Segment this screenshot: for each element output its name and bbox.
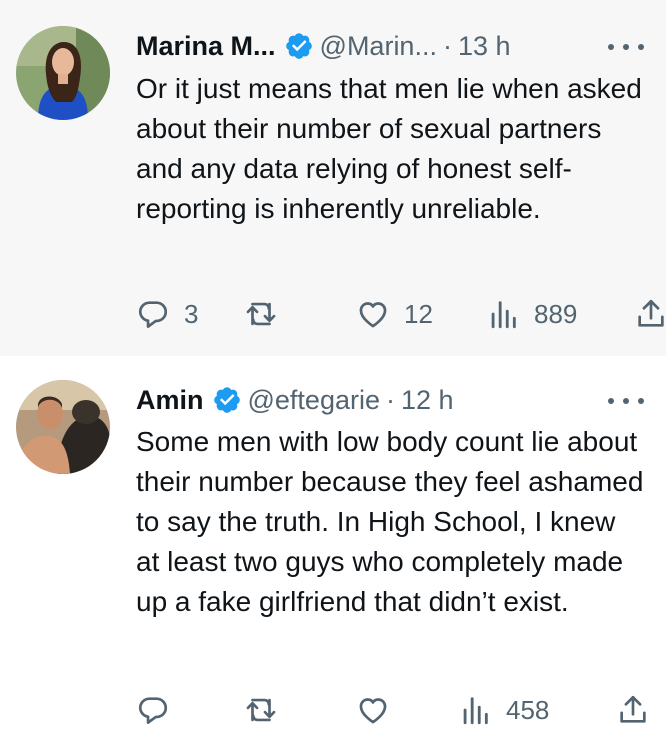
avatar-image [16, 26, 110, 120]
tweet-header: Amin @eftegarie · 12 h [136, 378, 454, 422]
author-name[interactable]: Marina M... [136, 31, 276, 62]
share-button[interactable] [616, 690, 650, 730]
more-icon[interactable] [608, 386, 644, 416]
tweet-text: Or it just means that men lie when asked… [136, 73, 642, 224]
reply-icon [136, 693, 170, 727]
share-icon [634, 297, 666, 331]
reply-button[interactable]: 3 [136, 294, 198, 334]
author-handle[interactable]: @Marin... [320, 31, 437, 62]
views-icon [486, 297, 520, 331]
author-handle[interactable]: @eftegarie [248, 385, 380, 416]
tweet-marina[interactable]: Marina M... @Marin... · 13 h Or it just … [0, 0, 666, 356]
like-icon [356, 693, 390, 727]
views-button[interactable]: 458 [458, 690, 549, 730]
reply-icon [136, 297, 170, 331]
share-button[interactable] [634, 294, 666, 334]
retweet-button[interactable] [244, 294, 292, 334]
avatar[interactable] [16, 26, 110, 120]
retweet-button[interactable] [244, 690, 292, 730]
action-bar: 458 [136, 690, 666, 730]
retweet-icon [244, 693, 278, 727]
tweet-header: Marina M... @Marin... · 13 h [136, 24, 511, 68]
action-bar: 3 12 889 [136, 294, 666, 334]
views-button[interactable]: 889 [486, 294, 577, 334]
verified-badge-icon [284, 31, 314, 61]
separator-dot: · [442, 30, 452, 61]
views-count: 458 [506, 694, 550, 725]
tweet-text: Some men with low body count lie about t… [136, 426, 644, 617]
more-icon[interactable] [608, 32, 644, 62]
tweet-amin[interactable]: Amin @eftegarie · 12 h Some men with low… [0, 356, 666, 738]
retweet-icon [244, 297, 278, 331]
avatar-image [16, 380, 110, 474]
verified-badge-icon [212, 385, 242, 415]
avatar[interactable] [16, 380, 110, 474]
like-icon [356, 297, 390, 331]
share-icon [616, 693, 650, 727]
timestamp[interactable]: 13 h [458, 31, 511, 62]
views-count: 889 [534, 298, 578, 329]
views-icon [458, 693, 492, 727]
like-count: 12 [404, 298, 433, 329]
reply-button[interactable] [136, 690, 184, 730]
like-button[interactable]: 12 [356, 294, 433, 334]
like-button[interactable] [356, 690, 404, 730]
author-name[interactable]: Amin [136, 385, 204, 416]
reply-count: 3 [184, 298, 199, 329]
timestamp[interactable]: 12 h [401, 385, 454, 416]
separator-dot: · [385, 384, 395, 415]
